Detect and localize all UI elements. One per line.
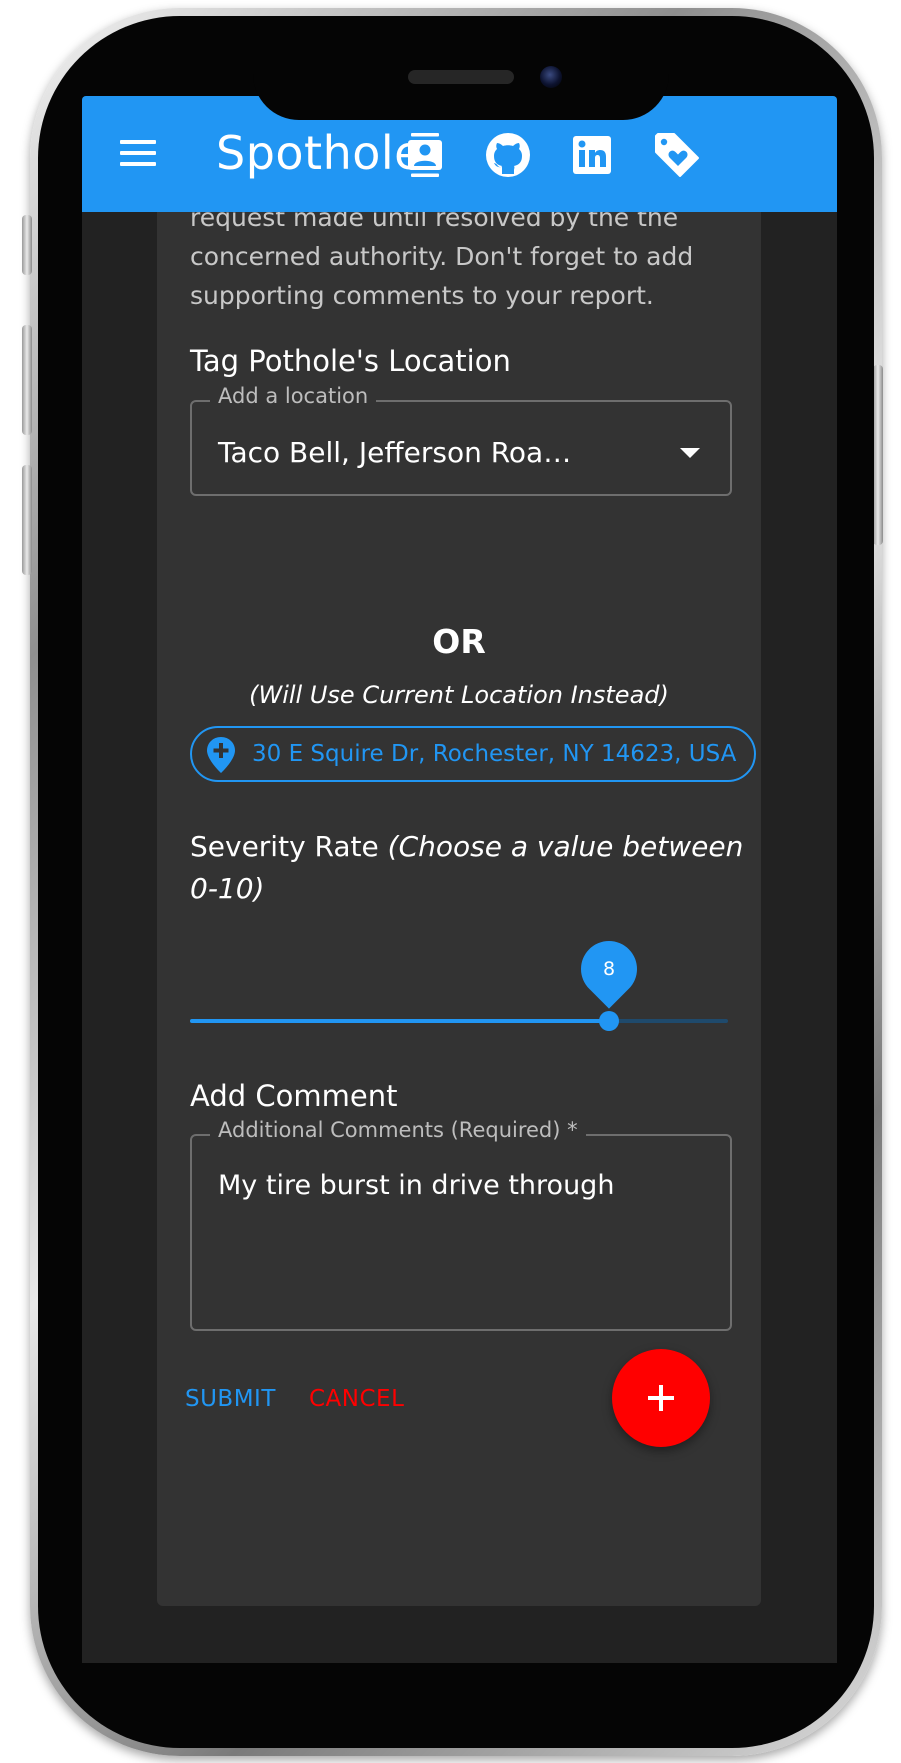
location-select-label: Add a location: [210, 384, 377, 408]
tag-heart-icon[interactable]: [652, 130, 702, 180]
phone-notch: [253, 40, 669, 120]
comment-field-value[interactable]: My tire burst in drive through: [218, 1170, 614, 1201]
app-screen: Spothole request made until resolved by …: [82, 96, 837, 1663]
current-location-chip[interactable]: 30 E Squire Dr, Rochester, NY 14623, USA: [190, 726, 756, 782]
severity-label-text: Severity Rate: [190, 830, 388, 863]
current-location-address: 30 E Squire Dr, Rochester, NY 14623, USA: [252, 741, 737, 767]
or-divider-text: OR: [432, 622, 486, 661]
location-select-value: Taco Bell, Jefferson Roa…: [218, 436, 572, 469]
severity-slider[interactable]: 8: [190, 929, 728, 1031]
phone-side-button: [22, 215, 32, 275]
github-icon[interactable]: [483, 130, 533, 180]
phone-volume-up-button: [22, 325, 32, 435]
add-report-fab[interactable]: [612, 1349, 710, 1447]
location-section-title: Tag Pothole's Location: [190, 344, 511, 378]
app-title: Spothole: [216, 126, 423, 180]
earpiece-speaker: [408, 70, 514, 84]
comment-field-label: Additional Comments (Required) *: [210, 1118, 586, 1142]
contacts-icon[interactable]: [400, 130, 450, 180]
add-location-pin-icon: [207, 737, 235, 773]
current-location-note: (Will Use Current Location Instead): [249, 681, 669, 709]
slider-track: [190, 1019, 609, 1023]
hamburger-menu-icon[interactable]: [120, 140, 156, 168]
plus-icon-vertical: [659, 1385, 663, 1411]
submit-button[interactable]: SUBMIT: [185, 1386, 276, 1412]
location-select[interactable]: Add a location Taco Bell, Jefferson Roa…: [190, 384, 732, 496]
chevron-down-icon[interactable]: [680, 448, 700, 458]
comment-section-title: Add Comment: [190, 1079, 398, 1113]
cancel-button[interactable]: CANCEL: [309, 1386, 404, 1412]
intro-text: request made until resolved by the the c…: [190, 203, 694, 310]
comment-field[interactable]: Additional Comments (Required) * My tire…: [190, 1118, 732, 1331]
slider-thumb[interactable]: [598, 1011, 619, 1031]
phone-volume-down-button: [22, 465, 32, 575]
phone-power-button: [873, 365, 883, 545]
severity-label: Severity Rate (Choose a value between 0-…: [190, 826, 750, 910]
slider-value-text: 8: [602, 958, 615, 980]
linkedin-icon[interactable]: [567, 130, 617, 180]
front-camera: [540, 66, 562, 88]
slider-value-label: 8: [568, 929, 649, 1009]
